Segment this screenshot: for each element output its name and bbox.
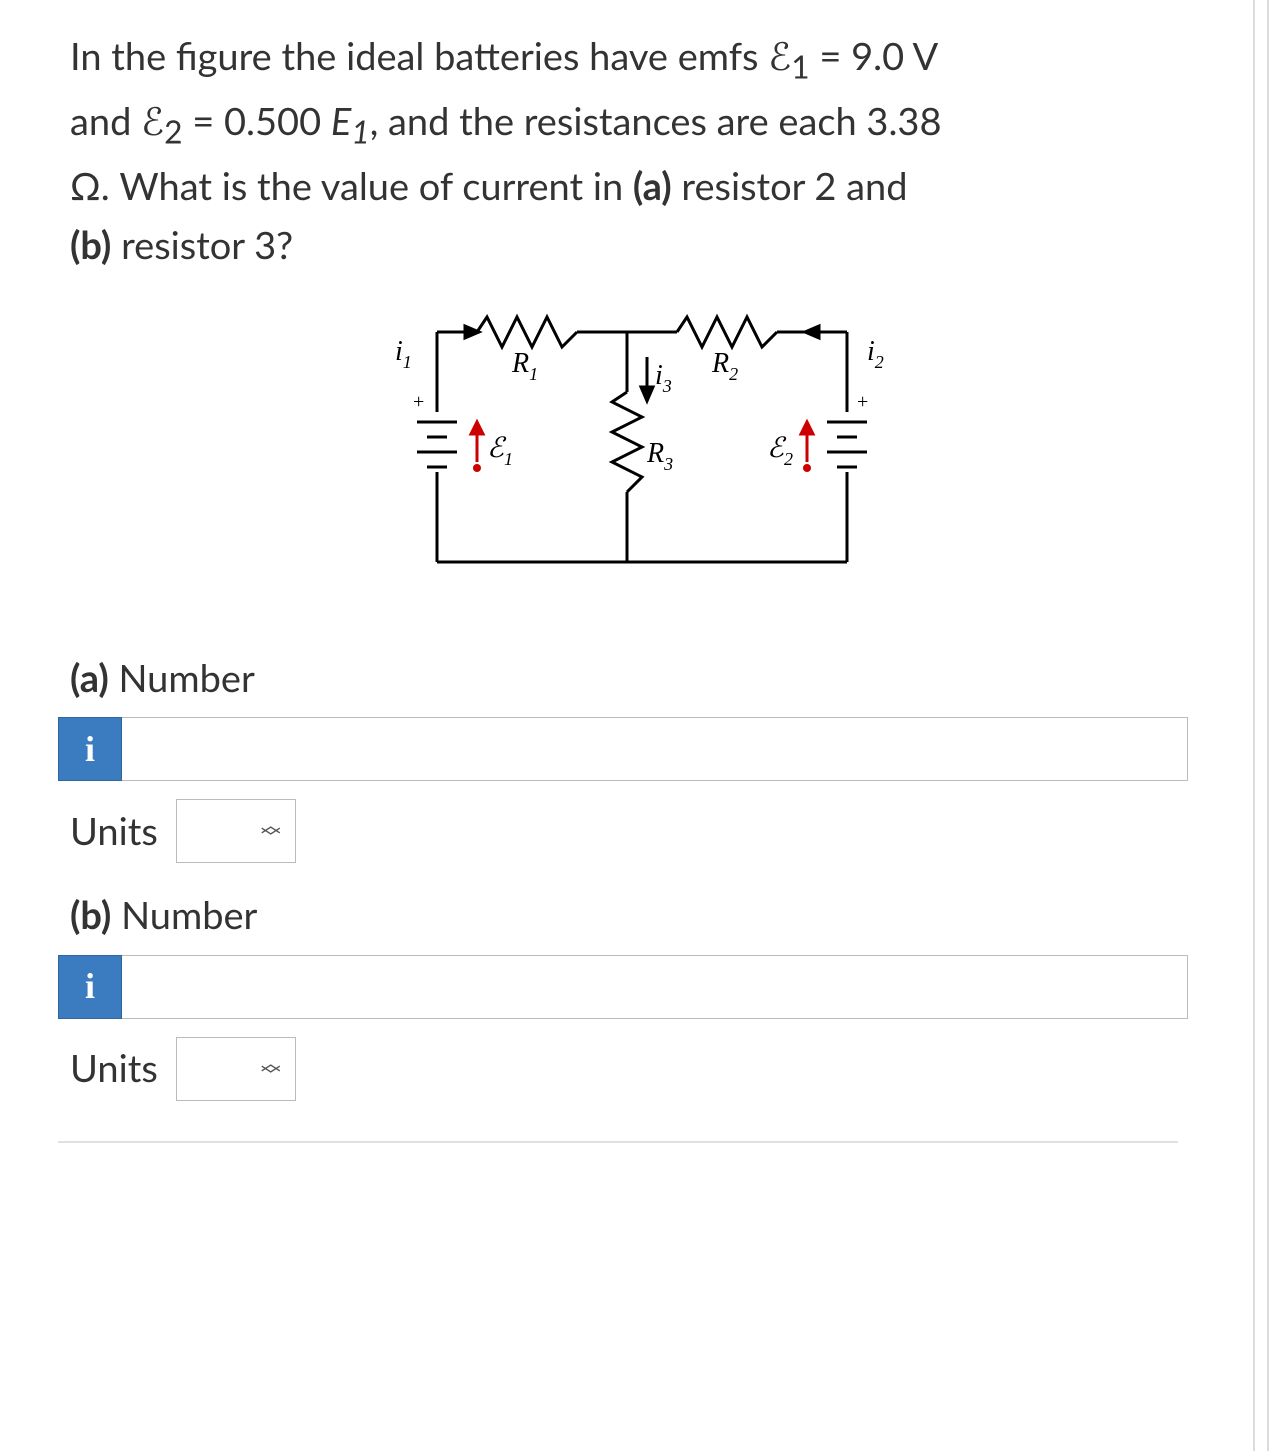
part-a-units-label: Units (70, 805, 158, 858)
label-i1: i1 (395, 336, 412, 372)
q-text: In the figure the ideal batteries have e… (70, 33, 768, 79)
part-b-units-select[interactable]: ︿﹀ (176, 1037, 296, 1101)
label-r2: R2 (711, 348, 738, 384)
q-text: and (70, 98, 141, 144)
plus-right: + (857, 391, 868, 413)
circuit-figure: + + i1 i2 i3 R1 R2 R3 ℰ1 ℰ2 (70, 302, 1223, 612)
bottom-divider (58, 1141, 1178, 1143)
label-i2: i2 (867, 336, 884, 372)
part-a-number-input[interactable] (122, 717, 1188, 781)
label-r1: R1 (511, 348, 538, 384)
plus-left: + (413, 391, 424, 413)
part-a-units-select[interactable]: ︿﹀ (176, 799, 296, 863)
emf2-eq: = 0.500 (183, 98, 331, 144)
part-a-number-row: i (58, 717, 1188, 781)
part-b-number-input[interactable] (122, 955, 1188, 1019)
page-border-right-1 (1253, 0, 1255, 1451)
chevron-up-down-icon: ︿﹀ (261, 819, 281, 843)
label-i3: i3 (655, 360, 672, 396)
label-r3: R3 (646, 438, 673, 474)
question-text: In the figure the ideal batteries have e… (70, 30, 1223, 272)
part-b-tag: (b) (70, 892, 111, 938)
part-b-number-row: i (58, 955, 1188, 1019)
q-text: resistor 3? (111, 222, 293, 268)
part-b-word: Number (121, 892, 257, 938)
part-b-units-label: Units (70, 1042, 158, 1095)
part-a-label: (a) Number (70, 652, 1223, 705)
part-b-label: (b) Number (70, 889, 1223, 942)
eq: = (810, 33, 852, 79)
emf1-symbol: ℰ (768, 37, 791, 79)
part-b-units-row: Units ︿﹀ (70, 1037, 1223, 1101)
part-a-tag: (a) (70, 655, 109, 701)
part-b-inline: (b) (70, 222, 111, 268)
info-button-a[interactable]: i (58, 717, 122, 781)
q-text: resistor 2 and (672, 163, 908, 209)
label-e2: ℰ2 (767, 433, 793, 469)
emf1-value: 9.0 V (851, 33, 938, 79)
q-text: Ω. What is the value of current in (70, 163, 633, 209)
part-a-units-row: Units ︿﹀ (70, 799, 1223, 863)
info-icon: i (85, 724, 95, 774)
chevron-up-down-icon: ︿﹀ (261, 1057, 281, 1081)
q-text: , and the resistances are each 3.38 (370, 98, 942, 144)
part-a-word: Number (119, 655, 255, 701)
info-icon: i (85, 961, 95, 1011)
label-e1: ℰ1 (487, 433, 513, 469)
part-a-inline: (a) (633, 163, 672, 209)
e1-symbol: E (331, 98, 351, 144)
emf2-sub: 2 (164, 113, 182, 151)
emf2-symbol: ℰ (141, 102, 164, 144)
info-button-b[interactable]: i (58, 955, 122, 1019)
emf1-sub: 1 (791, 48, 809, 86)
e1-sub: 1 (351, 113, 369, 151)
page-border-right-2 (1267, 0, 1269, 1451)
circuit-svg: + + i1 i2 i3 R1 R2 R3 ℰ1 ℰ2 (347, 302, 947, 612)
